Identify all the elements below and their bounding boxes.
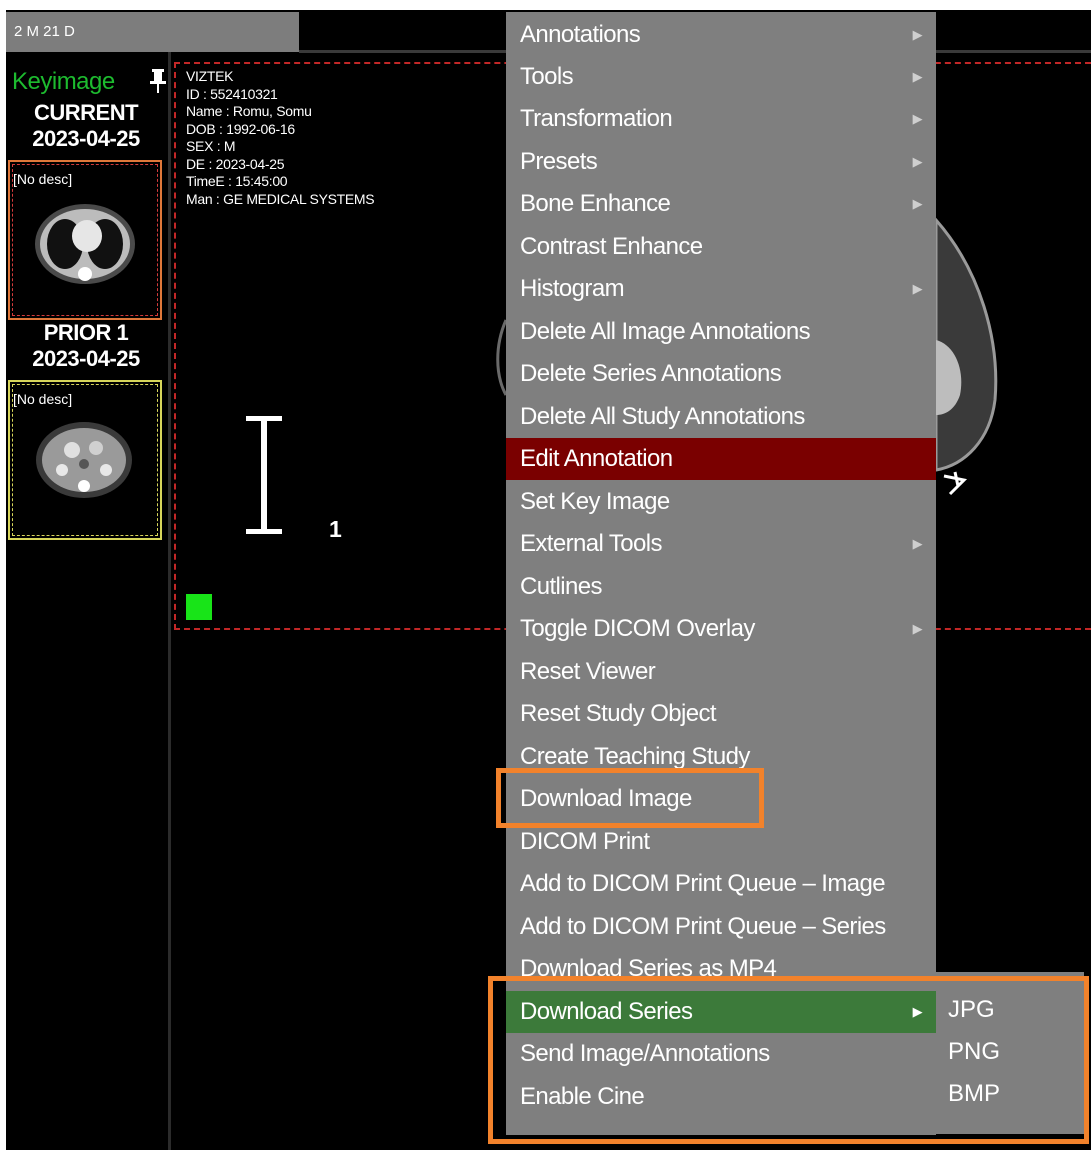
menu-item-external-tools[interactable]: External Tools ▶ [506,523,936,565]
menu-item-add-to-print-queue-series[interactable]: Add to DICOM Print Queue – Series [506,906,936,948]
window-frame-left [0,0,6,1150]
menu-item-presets[interactable]: Presets ▶ [506,141,936,183]
menu-item-contrast-enhance[interactable]: Contrast Enhance [506,226,936,268]
chest-ct-thumbnail-image [35,204,135,284]
window-frame-top [0,0,1091,10]
current-series-thumbnail[interactable]: [No desc] [8,160,162,320]
menu-item-download-image[interactable]: Download Image [506,778,936,820]
series-status-marker [186,594,212,620]
measurement-label: 1 [329,516,342,542]
overlay-exam-time: TimeE : 15:45:00 [186,173,288,189]
study-current-label: CURRENT [33,100,139,125]
menu-item-edit-annotation[interactable]: Edit Annotation [506,438,936,480]
submenu-arrow-icon: ▶ [912,196,923,211]
menu-item-delete-all-image-annotations[interactable]: Delete All Image Annotations [506,311,936,353]
menu-item-label: Create Teaching Study [520,743,750,770]
overlay-institution: VIZTEK [186,68,234,84]
menu-item-toggle-dicom-overlay[interactable]: Toggle DICOM Overlay ▶ [506,608,936,650]
submenu-arrow-icon: ▶ [912,621,923,636]
menu-item-label: Reset Viewer [520,658,656,685]
menu-item-label: Toggle DICOM Overlay [520,615,755,642]
submenu-arrow-icon: ▶ [912,69,923,84]
menu-item-bone-enhance[interactable]: Bone Enhance ▶ [506,183,936,225]
menu-item-label: Enable Cine [520,1083,645,1110]
overlay-sex: SEX : M [186,138,236,154]
menu-item-label: Histogram [520,275,625,302]
menu-item-label: Download Image [520,785,692,812]
series-tab[interactable]: 2 M 21 D [6,12,299,52]
menu-item-annotations[interactable]: Annotations ▶ [506,14,936,56]
menu-item-label: DICOM Print [520,828,650,855]
context-menu: Annotations ▶ Tools ▶ Transformation ▶ Pres… [506,12,936,1135]
download-series-submenu: JPG PNG BMP [936,972,1084,1134]
submenu-item-bmp[interactable]: BMP [948,1074,1000,1114]
menu-item-label: Tools [520,63,574,90]
menu-item-download-series-mp4[interactable]: Download Series as MP4 [506,948,936,990]
thumbnail-description: [No desc] [13,391,73,407]
menu-item-cutlines[interactable]: Cutlines [506,566,936,608]
submenu-arrow-icon: ▶ [912,27,923,42]
overlay-patient-name: Name : Romu, Somu [186,103,312,119]
menu-item-label: Edit Annotation [520,445,673,472]
submenu-item-jpg[interactable]: JPG [948,990,995,1030]
overlay-exam-date: DE : 2023-04-25 [186,155,285,172]
menu-item-send-image-annotations[interactable]: Send Image/Annotations [506,1033,936,1075]
menu-item-label: External Tools [520,530,663,557]
menu-item-reset-viewer[interactable]: Reset Viewer [506,651,936,693]
pin-icon[interactable] [148,68,168,94]
submenu-item-png[interactable]: PNG [948,1032,1000,1072]
menu-item-histogram[interactable]: Histogram ▶ [506,268,936,310]
menu-item-label: Bone Enhance [520,190,671,217]
submenu-arrow-icon: ▶ [912,111,923,126]
menu-item-label: Add to DICOM Print Queue – Series [520,913,886,940]
menu-item-label: Presets [520,148,598,175]
menu-item-label: Delete All Study Annotations [520,403,805,430]
abdomen-ct-thumbnail-image [36,422,132,498]
menu-item-label: Delete Series Annotations [520,360,782,387]
overlay-patient-id: ID : 552410321 [186,85,278,102]
submenu-arrow-icon: ▶ [912,1004,923,1019]
menu-item-tools[interactable]: Tools ▶ [506,56,936,98]
thumbnail-description: [No desc] [13,171,73,187]
keyimage-label[interactable]: Keyimage [12,68,115,96]
submenu-arrow-icon: ▶ [912,281,923,296]
menu-item-delete-series-annotations[interactable]: Delete Series Annotations [506,353,936,395]
menu-item-label: Contrast Enhance [520,233,703,260]
submenu-arrow-icon: ▶ [912,154,923,169]
prior-series-thumbnail[interactable]: [No desc] [8,380,162,540]
menu-item-set-key-image[interactable]: Set Key Image [506,481,936,523]
menu-item-create-teaching-study[interactable]: Create Teaching Study [506,736,936,778]
menu-item-label: Reset Study Object [520,700,717,727]
dicom-overlay-info: VIZTEK ID : 552410321 Name : Romu, Somu … [186,68,375,208]
study-current-date: 2023-04-25 [32,126,140,151]
study-prior-label: PRIOR 1 [43,320,129,345]
overlay-manufacturer: Man : GE MEDICAL SYSTEMS [186,190,375,207]
menu-item-label: Download Series [520,998,693,1025]
menu-item-label: Annotations [520,21,641,48]
menu-item-label: Send Image/Annotations [520,1040,770,1067]
menu-item-transformation[interactable]: Transformation ▶ [506,98,936,140]
menu-item-dicom-print[interactable]: DICOM Print [506,821,936,863]
menu-item-label: Cutlines [520,573,603,600]
measurement-caliper-icon[interactable] [246,416,282,534]
menu-item-delete-all-study-annotations[interactable]: Delete All Study Annotations [506,396,936,438]
menu-item-label: Set Key Image [520,488,670,515]
submenu-arrow-icon: ▶ [912,536,923,551]
sidebar-divider [168,52,171,1150]
study-prior-date: 2023-04-25 [32,346,140,371]
overlay-dob: DOB : 1992-06-16 [186,120,295,137]
menu-item-download-series[interactable]: Download Series ▶ [506,991,936,1033]
menu-item-enable-cine[interactable]: Enable Cine [506,1076,936,1118]
menu-item-label: Add to DICOM Print Queue – Image [520,870,886,897]
menu-item-label: Delete All Image Annotations [520,318,811,345]
menu-item-reset-study-object[interactable]: Reset Study Object [506,693,936,735]
menu-item-add-to-print-queue-image[interactable]: Add to DICOM Print Queue – Image [506,863,936,905]
menu-item-label: Transformation [520,105,673,132]
menu-item-label: Download Series as MP4 [520,955,777,982]
